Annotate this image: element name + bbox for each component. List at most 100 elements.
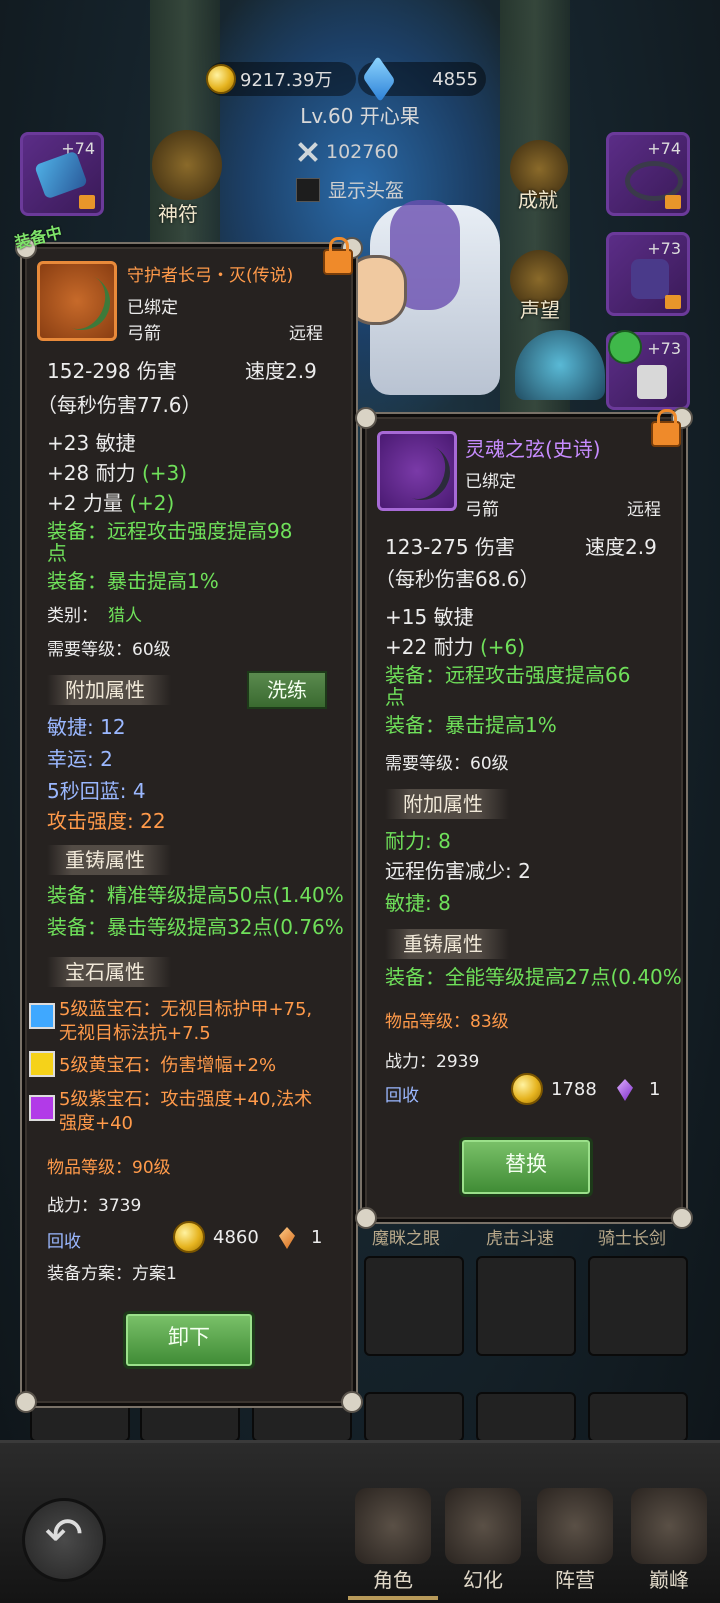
- gold-counter: 9217.39万: [206, 62, 356, 96]
- helmet-checkbox[interactable]: [296, 177, 320, 202]
- weapon-range: 远程: [289, 324, 323, 344]
- bag-slot[interactable]: [476, 1256, 576, 1356]
- bag-slot[interactable]: [476, 1392, 576, 1442]
- lock-icon[interactable]: [651, 409, 681, 447]
- reforge-attributes-header: 重铸属性: [47, 845, 171, 875]
- stat-line: +22 耐力 (+6): [385, 635, 526, 659]
- bag-slot[interactable]: [588, 1256, 688, 1356]
- bag-slot[interactable]: [588, 1392, 688, 1442]
- nav-tab-faction[interactable]: 阵营: [530, 1488, 620, 1600]
- reputation-label: 声望: [520, 298, 560, 322]
- slot-caption: 骑士长剑: [598, 1229, 666, 1249]
- dps-value: （每秒伤害77.6）: [37, 393, 202, 417]
- recycle-crystal: 1: [649, 1079, 661, 1100]
- equip-effect: 装备：远程攻击强度提高98: [47, 519, 293, 543]
- orange-crystal-icon: [279, 1227, 295, 1249]
- helmet-icon: [355, 1488, 431, 1564]
- gem-attributes-header: 宝石属性: [47, 957, 171, 987]
- replace-button[interactable]: 替换: [459, 1137, 593, 1197]
- item-power: 战力：3739: [47, 1196, 142, 1216]
- compare-item-panel: 灵魂之弦(史诗) 已绑定 弓箭 远程 123-275 伤害 速度2.9 （每秒伤…: [355, 407, 693, 1229]
- panel-corner-rivet: [355, 1207, 377, 1229]
- nav-label: 巅峰: [649, 1568, 689, 1592]
- stat-line: +28 耐力 (+3): [47, 461, 188, 485]
- stat-line: +2 力量 (+2): [47, 491, 175, 515]
- weapon-type: 弓箭: [465, 500, 499, 520]
- extra-attribute: 幸运: 2: [47, 747, 113, 771]
- achievement-label: 成就: [518, 188, 558, 212]
- bag-slot[interactable]: [140, 1400, 240, 1442]
- stat-line: +15 敏捷: [385, 605, 474, 629]
- item-power: 战力：2939: [385, 1052, 480, 1072]
- gold-coin-icon: [511, 1073, 543, 1105]
- equip-slot-right-2[interactable]: +73: [606, 232, 690, 316]
- slot-enhance-level: +73: [647, 339, 681, 358]
- bag-slot[interactable]: [252, 1400, 352, 1442]
- gem-effect-cont: 无视目标法抗+7.5: [59, 1023, 211, 1044]
- bound-status: 已绑定: [465, 472, 516, 492]
- panel-corner-rivet: [341, 1391, 363, 1413]
- rune-icon[interactable]: [152, 130, 222, 200]
- extra-attribute: 攻击强度: 22: [47, 809, 166, 833]
- recycle-crystal: 1: [311, 1227, 323, 1248]
- recycle-link[interactable]: 回收: [385, 1081, 419, 1106]
- nav-tab-character[interactable]: 角色: [348, 1488, 438, 1600]
- active-tab-indicator: [348, 1596, 438, 1600]
- equipped-item-panel: 守护者长弓・灭(传说) 已绑定 弓箭 远程 152-298 伤害 速度2.9 （…: [15, 237, 363, 1413]
- nav-tab-peak[interactable]: 巅峰: [624, 1488, 714, 1600]
- extra-attributes-header: 附加属性: [47, 675, 171, 705]
- extra-attribute: 远程伤害减少: 2: [385, 859, 531, 883]
- gem-effect: 5级黄宝石：伤害增幅+2%: [59, 1055, 277, 1076]
- bag-slot[interactable]: [364, 1392, 464, 1442]
- equip-slot-left-top[interactable]: +74: [20, 132, 104, 216]
- blue-gem-icon: [29, 1003, 55, 1029]
- damage-range: 152-298 伤害: [47, 359, 177, 383]
- equip-effect: 装备：暴击提高1%: [47, 569, 219, 593]
- recycle-gold: 1788: [551, 1079, 597, 1100]
- equip-effect-cont: 点: [385, 685, 405, 709]
- bound-status: 已绑定: [127, 298, 178, 318]
- item-name: 守护者长弓・灭(传说): [127, 266, 294, 286]
- extra-attribute: 5秒回蓝: 4: [47, 779, 146, 803]
- winged-emblem-icon: [631, 1488, 707, 1564]
- slot-caption: 虎击斗速: [486, 1229, 554, 1249]
- bag-slot[interactable]: [30, 1400, 130, 1442]
- item-level: 物品等级：83级: [385, 1012, 509, 1032]
- damage-range: 123-275 伤害: [385, 535, 515, 559]
- player-level-name: Lv.60 开心果: [300, 104, 420, 128]
- reforge-clip: 装备：全能等级提高27点(0.40%: [385, 961, 683, 993]
- bag-slot[interactable]: [364, 1256, 464, 1356]
- lock-icon[interactable]: [323, 237, 353, 275]
- gem-counter: 4855: [358, 55, 486, 103]
- faction-icon: [537, 1488, 613, 1564]
- purple-gem-icon: [29, 1095, 55, 1121]
- show-helmet-toggle[interactable]: 显示头盔: [296, 176, 404, 203]
- gem-amount: 4855: [432, 68, 478, 90]
- reforge-attribute: 装备：全能等级提高27点(0.40%: [385, 965, 682, 989]
- equip-slot-right-1[interactable]: +74: [606, 132, 690, 216]
- reroll-button[interactable]: 洗练: [247, 671, 327, 709]
- bow-icon: [377, 431, 460, 511]
- lock-icon: [79, 195, 95, 209]
- equip-effect: 装备：远程攻击强度提高66: [385, 663, 631, 687]
- gem-effect: 5级蓝宝石：无视目标护甲+75,: [59, 999, 313, 1020]
- show-helmet-label: 显示头盔: [328, 180, 405, 202]
- unequip-button[interactable]: 卸下: [123, 1311, 255, 1369]
- extra-attribute: 敏捷: 8: [385, 891, 451, 915]
- reforge-attribute: 装备：精准等级提高50点(1.40%: [47, 883, 344, 907]
- nav-label: 阵营: [555, 1568, 595, 1592]
- required-level: 需要等级：60级: [385, 754, 509, 774]
- recycle-link[interactable]: 回收: [47, 1227, 81, 1252]
- gem-effect: 5级紫宝石：攻击强度+40,法术: [59, 1089, 313, 1110]
- back-button[interactable]: [22, 1498, 106, 1582]
- item-name: 灵魂之弦(史诗): [465, 437, 601, 461]
- gold-amount: 9217.39万: [240, 70, 333, 91]
- dps-value: （每秒伤害68.6）: [375, 567, 540, 591]
- longbow-icon: [37, 261, 120, 341]
- equip-effect: 装备：暴击提高1%: [385, 713, 557, 737]
- reforge-clip: 装备：精准等级提高50点(1.40% 装备：暴击等级提高32点(0.76%: [47, 879, 353, 939]
- recycle-gold: 4860: [213, 1227, 259, 1248]
- slot-caption: 魔眯之眼: [372, 1229, 440, 1249]
- nav-tab-transmog[interactable]: 幻化: [438, 1488, 528, 1600]
- lock-icon: [665, 295, 681, 309]
